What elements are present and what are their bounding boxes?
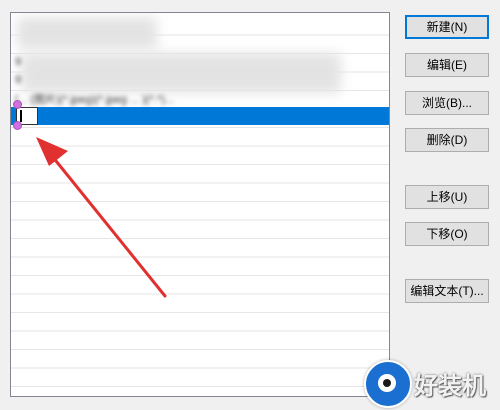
watermark-text: 好装机	[414, 373, 486, 400]
selection-handle-top[interactable]	[13, 100, 22, 109]
new-button[interactable]: 新建(N)	[405, 15, 489, 39]
browse-button[interactable]: 浏览(B)...	[405, 91, 489, 115]
list-item[interactable]: 9	[11, 71, 389, 89]
selection-handle-bottom[interactable]	[13, 121, 22, 130]
move-down-button[interactable]: 下移(O)	[405, 222, 489, 246]
watermark-logo-icon	[364, 360, 412, 408]
edit-text-button[interactable]: 编辑文本(T)...	[405, 279, 489, 303]
selected-list-item[interactable]	[11, 107, 389, 125]
text-caret	[20, 110, 22, 122]
delete-button[interactable]: 删除(D)	[405, 128, 489, 152]
move-up-button[interactable]: 上移(U)	[405, 185, 489, 209]
list-item[interactable]	[11, 17, 389, 35]
path-list[interactable]: 9 9 [... (图片)(*.jpeg)(*.jpeg ... )(*.*).…	[10, 12, 390, 397]
edit-button[interactable]: 编辑(E)	[405, 53, 489, 77]
watermark: 好装机	[360, 356, 495, 408]
list-item[interactable]: 9	[11, 53, 389, 71]
